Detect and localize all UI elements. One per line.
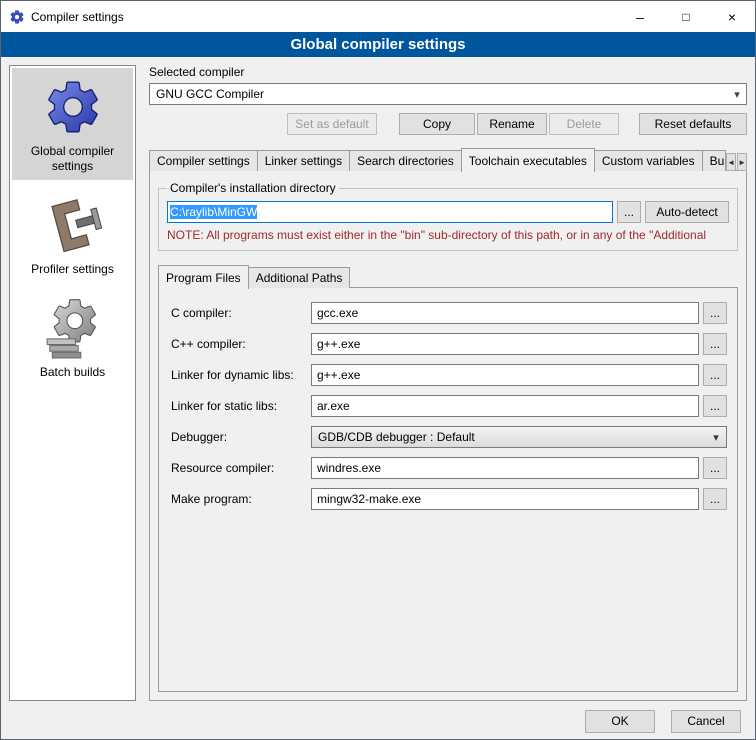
field-row-dynamic-linker: Linker for dynamic libs: ... xyxy=(171,364,727,386)
dynamic-linker-input[interactable] xyxy=(311,364,699,386)
dialog-footer: OK Cancel xyxy=(1,701,755,740)
field-row-make-program: Make program: ... xyxy=(171,488,727,510)
debugger-label: Debugger: xyxy=(171,430,311,444)
sidebar-item-profiler-settings[interactable]: Profiler settings xyxy=(12,186,133,283)
tab-custom-variables[interactable]: Custom variables xyxy=(594,150,703,171)
debugger-select-value: GDB/CDB debugger : Default xyxy=(318,430,706,444)
window-controls: – □ × xyxy=(617,1,755,32)
static-linker-browse-button[interactable]: ... xyxy=(703,395,727,417)
c-compiler-label: C compiler: xyxy=(171,306,311,320)
resource-compiler-browse-button[interactable]: ... xyxy=(703,457,727,479)
close-button[interactable]: × xyxy=(709,1,755,32)
debugger-select[interactable]: GDB/CDB debugger : Default ▾ xyxy=(311,426,727,448)
sidebar-item-label: Batch builds xyxy=(40,365,105,380)
tab-toolchain-executables[interactable]: Toolchain executables xyxy=(461,148,595,172)
rename-button[interactable]: Rename xyxy=(477,113,547,135)
delete-button[interactable]: Delete xyxy=(549,113,619,135)
make-program-browse-button[interactable]: ... xyxy=(703,488,727,510)
tab-program-files[interactable]: Program Files xyxy=(158,265,249,289)
ok-button[interactable]: OK xyxy=(585,710,655,733)
cpp-compiler-browse-button[interactable]: ... xyxy=(703,333,727,355)
tab-scroll-right-icon[interactable]: ► xyxy=(737,153,747,171)
dynamic-linker-label: Linker for dynamic libs: xyxy=(171,368,311,382)
dynamic-linker-browse-button[interactable]: ... xyxy=(703,364,727,386)
dialog-header-title: Global compiler settings xyxy=(1,32,755,57)
main-panel: Selected compiler GNU GCC Compiler ▾ Set… xyxy=(149,65,747,701)
settings-category-sidebar: Global compiler settings Profiler settin… xyxy=(9,65,136,701)
maximize-button[interactable]: □ xyxy=(663,1,709,32)
batch-builds-gears-icon xyxy=(42,297,104,359)
resource-compiler-label: Resource compiler: xyxy=(171,461,311,475)
field-row-cpp-compiler: C++ compiler: ... xyxy=(171,333,727,355)
sidebar-item-label: Profiler settings xyxy=(31,262,114,277)
cpp-compiler-input[interactable] xyxy=(311,333,699,355)
field-row-resource-compiler: Resource compiler: ... xyxy=(171,457,727,479)
install-dir-browse-button[interactable]: ... xyxy=(617,201,641,223)
cancel-button[interactable]: Cancel xyxy=(671,710,741,733)
program-files-panel: C compiler: ... C++ compiler: ... Linker… xyxy=(158,287,738,692)
installation-directory-group: Compiler's installation directory C:\ray… xyxy=(158,181,738,251)
install-dir-input[interactable]: C:\raylib\MinGW xyxy=(167,201,613,223)
field-row-static-linker: Linker for static libs: ... xyxy=(171,395,727,417)
profiler-clamp-icon xyxy=(42,194,104,256)
settings-tabstrip: Compiler settings Linker settings Search… xyxy=(149,148,747,171)
tab-search-directories[interactable]: Search directories xyxy=(349,150,462,171)
static-linker-input[interactable] xyxy=(311,395,699,417)
make-program-input[interactable] xyxy=(311,488,699,510)
tab-compiler-settings[interactable]: Compiler settings xyxy=(149,150,258,171)
chevron-down-icon: ▾ xyxy=(728,88,746,101)
set-as-default-button[interactable]: Set as default xyxy=(287,113,377,135)
tab-linker-settings[interactable]: Linker settings xyxy=(257,150,350,171)
sidebar-item-label: Global compiler settings xyxy=(14,144,131,174)
field-row-c-compiler: C compiler: ... xyxy=(171,302,727,324)
selected-compiler-label: Selected compiler xyxy=(149,65,747,79)
compiler-actions: Set as default Copy Rename Delete Reset … xyxy=(149,113,747,135)
c-compiler-input[interactable] xyxy=(311,302,699,324)
resource-compiler-input[interactable] xyxy=(311,457,699,479)
tab-build-options-truncated[interactable]: Buil xyxy=(702,150,727,171)
sidebar-item-batch-builds[interactable]: Batch builds xyxy=(12,289,133,386)
program-files-tabstrip: Program Files Additional Paths xyxy=(158,265,738,288)
compiler-select-value: GNU GCC Compiler xyxy=(156,87,728,101)
chevron-down-icon: ▾ xyxy=(706,431,726,444)
app-gear-icon xyxy=(9,9,25,25)
gear-icon xyxy=(42,76,104,138)
titlebar: Compiler settings – □ × xyxy=(1,1,755,32)
make-program-label: Make program: xyxy=(171,492,311,506)
dialog-body: Global compiler settings Profiler settin… xyxy=(1,57,755,701)
copy-button[interactable]: Copy xyxy=(399,113,475,135)
window-title: Compiler settings xyxy=(31,10,617,24)
installation-directory-group-label: Compiler's installation directory xyxy=(167,181,339,195)
c-compiler-browse-button[interactable]: ... xyxy=(703,302,727,324)
install-dir-note: NOTE: All programs must exist either in … xyxy=(167,228,729,242)
compiler-settings-window: Compiler settings – □ × Global compiler … xyxy=(0,0,756,740)
tab-additional-paths[interactable]: Additional Paths xyxy=(248,267,351,288)
auto-detect-button[interactable]: Auto-detect xyxy=(645,201,729,223)
toolchain-executables-panel: Compiler's installation directory C:\ray… xyxy=(149,170,747,701)
sidebar-item-global-compiler-settings[interactable]: Global compiler settings xyxy=(12,68,133,180)
field-row-debugger: Debugger: GDB/CDB debugger : Default ▾ xyxy=(171,426,727,448)
minimize-button[interactable]: – xyxy=(617,1,663,32)
compiler-select[interactable]: GNU GCC Compiler ▾ xyxy=(149,83,747,105)
reset-defaults-button[interactable]: Reset defaults xyxy=(639,113,747,135)
install-dir-selected-text: C:\raylib\MinGW xyxy=(170,205,257,219)
cpp-compiler-label: C++ compiler: xyxy=(171,337,311,351)
static-linker-label: Linker for static libs: xyxy=(171,399,311,413)
tab-scroll-left-icon[interactable]: ◄ xyxy=(726,153,736,171)
